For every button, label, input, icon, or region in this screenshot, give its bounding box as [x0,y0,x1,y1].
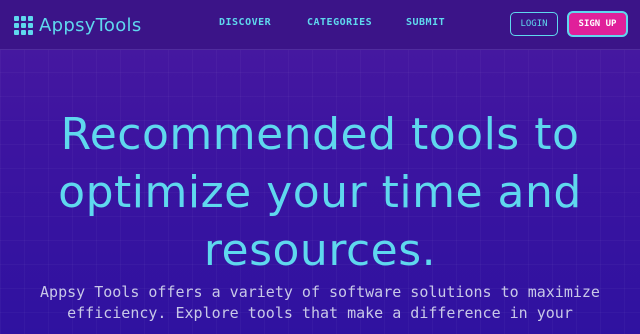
logo[interactable]: AppsyTools [14,13,142,37]
logo-text: AppsyTools [39,14,142,36]
nav-categories[interactable]: CATEGORIES [307,17,372,28]
signup-button[interactable]: SIGN UP [567,11,628,37]
top-navbar: AppsyTools DISCOVER CATEGORIES SUBMIT LO… [0,0,640,50]
hero-subtitle: Appsy Tools offers a variety of software… [40,283,600,322]
nav-discover[interactable]: DISCOVER [219,17,271,28]
hero-title: Recommended tools to optimize your time … [58,109,582,276]
login-button[interactable]: LOGIN [510,12,558,36]
nav-submit[interactable]: SUBMIT [406,17,445,28]
grid-logo-icon [14,15,33,35]
